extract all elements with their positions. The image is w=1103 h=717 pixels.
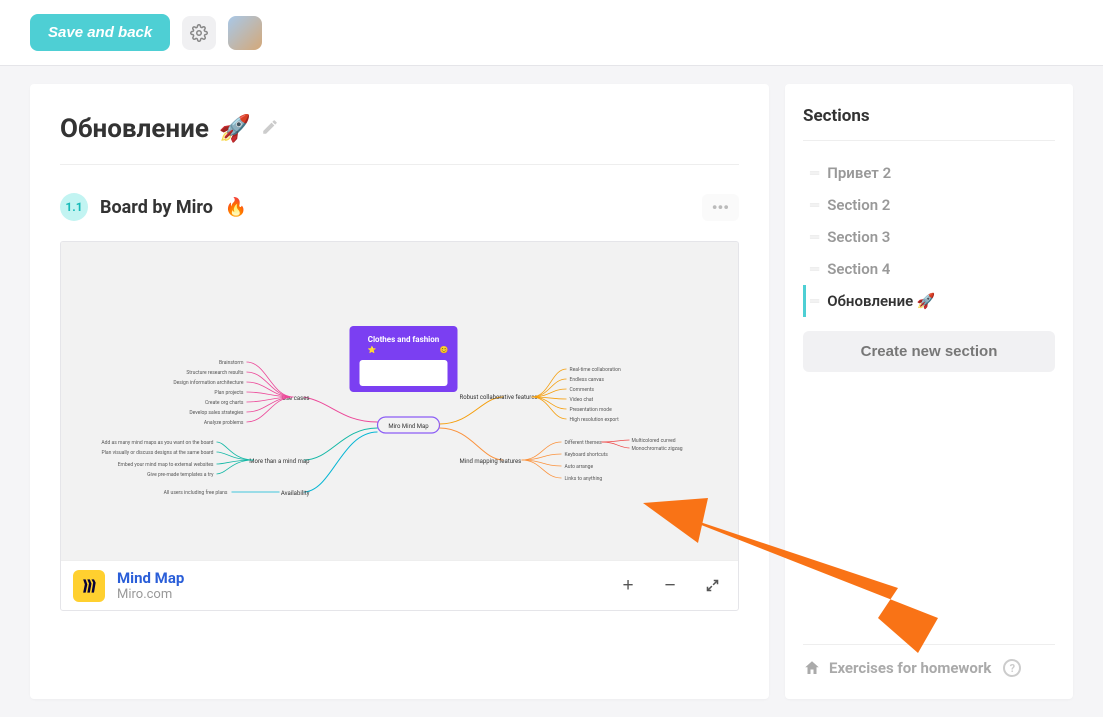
- svg-text:Presentation mode: Presentation mode: [570, 407, 613, 413]
- homework-link[interactable]: Exercises for homework ?: [803, 644, 1055, 677]
- sidebar-item-label: Section 4: [827, 260, 890, 278]
- svg-text:⭐: ⭐: [368, 345, 377, 354]
- avatar[interactable]: [228, 16, 262, 50]
- edit-button[interactable]: [261, 118, 279, 140]
- svg-text:Plan visually or discuss desig: Plan visually or discuss designs at the …: [102, 450, 214, 456]
- svg-text:Auto arrange: Auto arrange: [565, 464, 594, 470]
- create-section-button[interactable]: Create new section: [803, 331, 1055, 372]
- sidebar-item-2[interactable]: ═ Section 3: [803, 221, 1055, 253]
- svg-text:Different themes: Different themes: [565, 439, 603, 446]
- svg-text:Brainstorm: Brainstorm: [219, 360, 244, 366]
- topbar: Save and back: [0, 0, 1103, 66]
- embed-preview[interactable]: Clothes and fashion ⭐ 😊 Miro Mind Map Us…: [61, 242, 738, 560]
- miro-logo-icon: [73, 570, 105, 602]
- svg-text:Analyze problems: Analyze problems: [204, 420, 244, 426]
- sidebar-item-label: Привет 2: [827, 164, 891, 182]
- svg-text:😊: 😊: [440, 345, 449, 354]
- rocket-icon: 🚀: [219, 114, 251, 144]
- fire-icon: 🔥: [225, 197, 247, 218]
- svg-text:Endless canvas: Endless canvas: [570, 377, 605, 383]
- expand-icon: [705, 578, 720, 593]
- svg-text:Comments: Comments: [570, 387, 595, 393]
- drag-icon: ═: [810, 165, 817, 181]
- svg-text:More than a mind map: More than a mind map: [249, 458, 310, 465]
- drag-icon: ═: [810, 229, 817, 245]
- zoom-in-button[interactable]: +: [614, 572, 642, 600]
- svg-text:Create org charts: Create org charts: [205, 400, 244, 406]
- sidebar-item-0[interactable]: ═ Привет 2: [803, 157, 1055, 189]
- svg-text:Links to anything: Links to anything: [565, 476, 603, 482]
- svg-text:Design information architectur: Design information architecture: [173, 379, 244, 386]
- more-button[interactable]: •••: [702, 194, 739, 221]
- svg-text:Develop sales strategies: Develop sales strategies: [189, 410, 244, 416]
- gear-icon: [190, 24, 208, 42]
- svg-text:Monochromatic zigzag: Monochromatic zigzag: [632, 446, 683, 452]
- svg-text:Real-time collaboration: Real-time collaboration: [570, 367, 621, 373]
- svg-text:Keyboard shortcuts: Keyboard shortcuts: [565, 452, 609, 458]
- svg-text:All users including free plans: All users including free plans: [164, 489, 228, 496]
- sidebar-item-label: Обновление 🚀: [827, 292, 935, 310]
- svg-text:Multicolored curved: Multicolored curved: [632, 438, 676, 444]
- pencil-icon: [261, 118, 279, 136]
- save-button[interactable]: Save and back: [30, 14, 170, 51]
- drag-icon: ═: [810, 197, 817, 213]
- svg-text:Video chat: Video chat: [570, 397, 594, 403]
- embed-source: Miro.com: [117, 587, 184, 602]
- sidebar-item-4[interactable]: ═ Обновление 🚀: [803, 285, 1055, 317]
- drag-icon: ═: [810, 293, 817, 309]
- svg-text:Clothes and fashion: Clothes and fashion: [368, 335, 440, 344]
- svg-text:Give pre-made templates a try: Give pre-made templates a try: [147, 472, 214, 478]
- sidebar-item-label: Section 2: [827, 196, 890, 214]
- section-number-badge: 1.1: [60, 193, 88, 221]
- fullscreen-button[interactable]: [698, 572, 726, 600]
- board-title: Board by Miro: [100, 197, 213, 218]
- svg-text:Robust collaborative features: Robust collaborative features: [460, 394, 538, 401]
- miro-embed: Clothes and fashion ⭐ 😊 Miro Mind Map Us…: [60, 241, 739, 611]
- svg-text:Miro Mind Map: Miro Mind Map: [388, 423, 429, 430]
- home-icon: [803, 659, 821, 677]
- homework-label: Exercises for homework: [829, 659, 991, 677]
- board-header: 1.1 Board by Miro 🔥 •••: [60, 193, 739, 221]
- svg-text:High resolution export: High resolution export: [570, 417, 620, 423]
- mindmap-diagram: Clothes and fashion ⭐ 😊 Miro Mind Map Us…: [61, 242, 738, 560]
- gear-button[interactable]: [182, 16, 216, 50]
- svg-text:Structure research results: Structure research results: [186, 370, 244, 376]
- drag-icon: ═: [810, 261, 817, 277]
- embed-title[interactable]: Mind Map: [117, 569, 184, 587]
- svg-text:Plan projects: Plan projects: [214, 390, 243, 396]
- embed-footer: Mind Map Miro.com + −: [61, 560, 738, 610]
- main-panel: Обновление 🚀 1.1 Board by Miro 🔥 ••• Clo…: [30, 84, 769, 699]
- zoom-out-button[interactable]: −: [656, 572, 684, 600]
- svg-text:Add as many mind maps as you w: Add as many mind maps as you want on the…: [101, 440, 213, 446]
- svg-text:Availability: Availability: [281, 490, 310, 497]
- sidebar-item-label: Section 3: [827, 228, 890, 246]
- svg-text:Mind mapping features: Mind mapping features: [460, 458, 522, 465]
- section-list: ═ Привет 2 ═ Section 2 ═ Section 3 ═ Sec…: [803, 157, 1055, 317]
- sidebar-item-1[interactable]: ═ Section 2: [803, 189, 1055, 221]
- sidebar: Sections ═ Привет 2 ═ Section 2 ═ Sectio…: [785, 84, 1073, 699]
- sidebar-title: Sections: [803, 106, 1055, 141]
- help-icon: ?: [1003, 659, 1021, 677]
- svg-text:Embed your mind map to externa: Embed your mind map to external websites: [118, 462, 214, 468]
- sidebar-item-3[interactable]: ═ Section 4: [803, 253, 1055, 285]
- page-title: Обновление: [60, 114, 209, 144]
